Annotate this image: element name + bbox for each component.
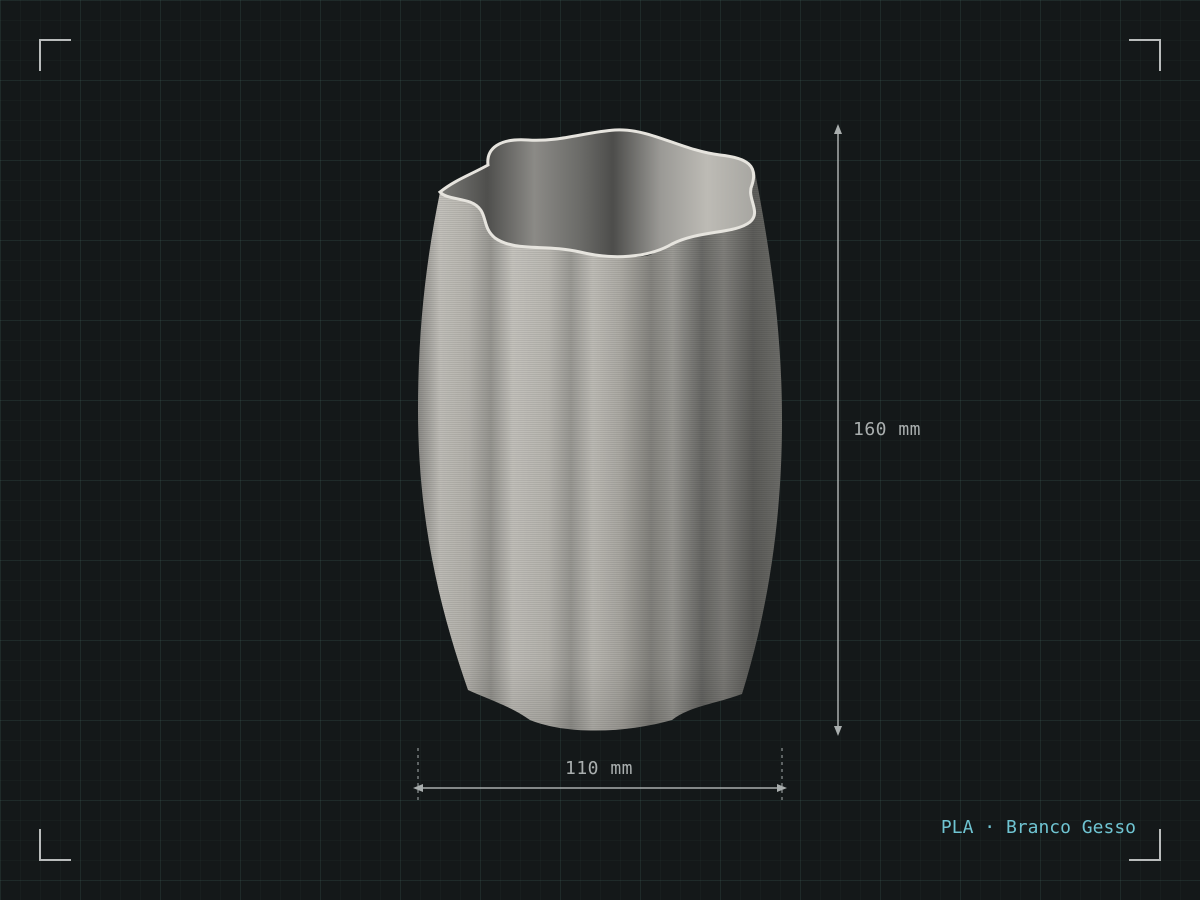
- material-label: PLA · Branco Gesso: [940, 817, 1136, 838]
- height-dimension-label: 160 mm: [853, 419, 922, 440]
- height-dimension-line: [834, 124, 842, 736]
- width-dimension-label: 110 mm: [565, 758, 634, 779]
